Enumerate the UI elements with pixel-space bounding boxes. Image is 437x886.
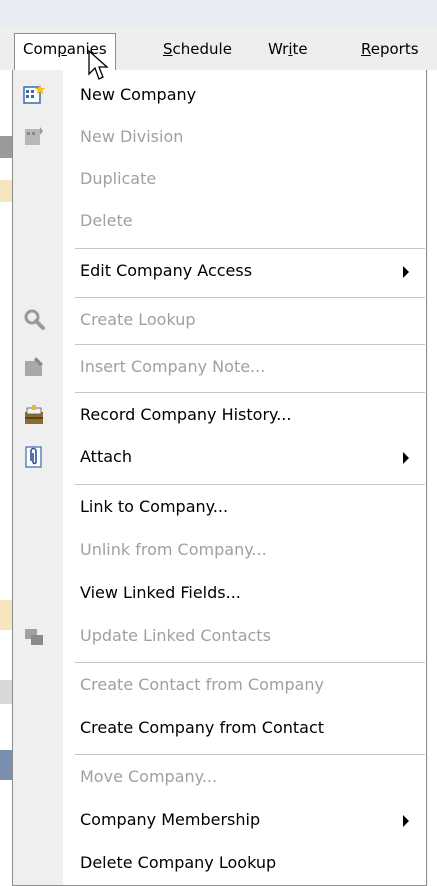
mouse-cursor-icon <box>88 50 109 80</box>
menu-item-label: Create Company from Contact <box>80 718 325 737</box>
menu-separator <box>75 392 425 393</box>
menu-item-label: Unlink from Company... <box>80 540 267 559</box>
menu-item-move-company[interactable]: Move Company... <box>13 756 426 798</box>
menu-item-record-company-history[interactable]: Record Company History... <box>13 394 426 436</box>
menu-separator <box>75 754 425 755</box>
menu-separator <box>75 248 425 249</box>
menu-item-insert-company-note[interactable]: Insert Company Note... <box>13 346 426 388</box>
history-icon <box>22 403 46 427</box>
menu-item-duplicate[interactable]: Duplicate <box>13 158 426 200</box>
submenu-arrow-icon <box>403 266 409 278</box>
menu-item-label: Link to Company... <box>80 497 229 516</box>
menu-item-view-linked-fields[interactable]: View Linked Fields... <box>13 572 426 614</box>
menu-item-create-lookup[interactable]: Create Lookup <box>13 299 426 341</box>
menu-item-label: Attach <box>80 447 132 466</box>
menu-item-update-linked-contacts[interactable]: Update Linked Contacts <box>13 615 426 657</box>
menu-item-label: Delete <box>80 211 133 230</box>
menu-write[interactable]: Write <box>260 34 316 64</box>
window-top-strip <box>0 0 437 28</box>
menu-item-label: Move Company... <box>80 767 218 786</box>
background-right-edge <box>428 70 437 886</box>
menu-item-label: View Linked Fields... <box>80 583 241 602</box>
update-contacts-icon <box>22 624 46 648</box>
lookup-magnifier-icon <box>22 308 46 332</box>
menu-item-company-membership[interactable]: Company Membership <box>13 799 426 841</box>
menu-item-new-company[interactable]: New Company <box>13 74 426 116</box>
menu-item-delete-company-lookup[interactable]: Delete Company Lookup <box>13 842 426 884</box>
menu-item-new-division[interactable]: New Division <box>13 116 426 158</box>
menu-item-link-to-company[interactable]: Link to Company... <box>13 486 426 528</box>
menu-reports[interactable]: Reports <box>353 34 427 64</box>
note-icon <box>22 355 46 379</box>
menu-separator <box>75 344 425 345</box>
menu-item-label: Company Membership <box>80 810 261 829</box>
companies-dropdown-menu: New Company New Division Duplicate Delet… <box>12 70 427 886</box>
menu-item-delete[interactable]: Delete <box>13 200 426 242</box>
menu-item-label: New Division <box>80 127 184 146</box>
menu-item-label: Insert Company Note... <box>80 357 266 376</box>
menu-item-create-contact-from-company[interactable]: Create Contact from Company <box>13 664 426 706</box>
menu-item-label: Duplicate <box>80 169 157 188</box>
menu-item-attach[interactable]: Attach <box>13 436 426 478</box>
menu-item-edit-company-access[interactable]: Edit Company Access <box>13 250 426 292</box>
menu-separator <box>75 484 425 485</box>
submenu-arrow-icon <box>403 452 409 464</box>
menu-separator <box>75 662 425 663</box>
paperclip-icon <box>22 445 46 469</box>
menu-item-label: Delete Company Lookup <box>80 853 277 872</box>
menu-item-label: Record Company History... <box>80 405 292 424</box>
menu-item-label: Update Linked Contacts <box>80 626 271 645</box>
menu-item-unlink-from-company[interactable]: Unlink from Company... <box>13 529 426 571</box>
new-company-icon <box>22 83 46 107</box>
menu-schedule[interactable]: Schedule <box>155 34 240 64</box>
submenu-arrow-icon <box>403 815 409 827</box>
menu-bar: Companies Schedule Write Reports <box>0 28 437 71</box>
menu-item-label: Create Contact from Company <box>80 675 325 694</box>
new-division-icon <box>22 125 46 149</box>
menu-item-create-company-from-contact[interactable]: Create Company from Contact <box>13 707 426 749</box>
menu-separator <box>75 297 425 298</box>
menu-item-label: Create Lookup <box>80 310 196 329</box>
menu-item-label: Edit Company Access <box>80 261 253 280</box>
